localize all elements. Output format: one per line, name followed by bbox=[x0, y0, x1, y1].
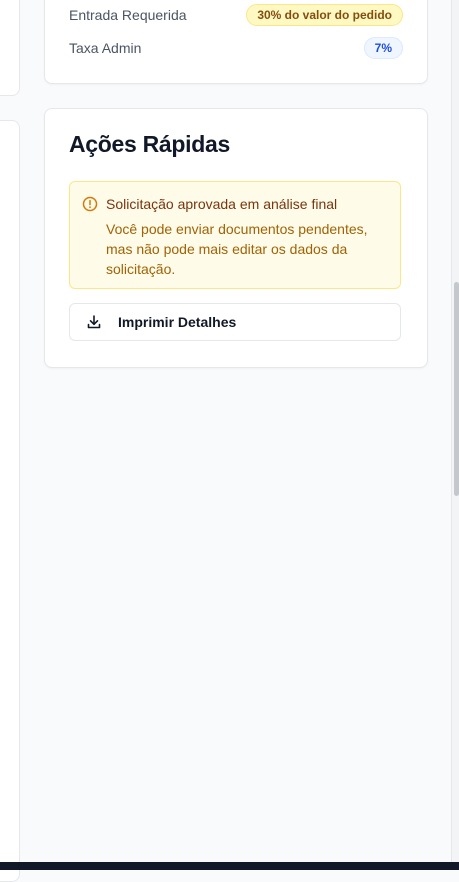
quick-actions-title: Ações Rápidas bbox=[69, 131, 230, 157]
financial-summary-card: Entrada Requerida 30% do valor do pedido… bbox=[44, 0, 428, 84]
alert-body: Você pode enviar documentos pendentes, m… bbox=[106, 221, 368, 277]
print-details-label: Imprimir Detalhes bbox=[118, 314, 237, 330]
download-icon bbox=[87, 315, 101, 329]
entrada-badge: 30% do valor do pedido bbox=[246, 4, 403, 26]
scrollbar-thumb[interactable] bbox=[454, 282, 459, 496]
approval-alert: Solicitação aprovada em análise final Vo… bbox=[69, 181, 401, 289]
summary-row-label: Entrada Requerida bbox=[69, 7, 187, 23]
print-details-button[interactable]: Imprimir Detalhes bbox=[69, 303, 401, 341]
quick-actions-card: Ações Rápidas Solicitação aprovada em an… bbox=[44, 108, 428, 368]
left-panel-card-main bbox=[0, 120, 20, 882]
summary-row-taxa: Taxa Admin 7% bbox=[69, 37, 403, 59]
alert-title: Solicitação aprovada em análise final bbox=[106, 196, 338, 212]
taxa-badge: 7% bbox=[363, 37, 403, 59]
bottom-bar bbox=[0, 862, 459, 870]
summary-row-entrada: Entrada Requerida 30% do valor do pedido bbox=[69, 4, 403, 26]
summary-row-label: Taxa Admin bbox=[69, 40, 142, 56]
alert-circle-icon bbox=[82, 196, 98, 212]
left-panel-card-top bbox=[0, 0, 20, 96]
